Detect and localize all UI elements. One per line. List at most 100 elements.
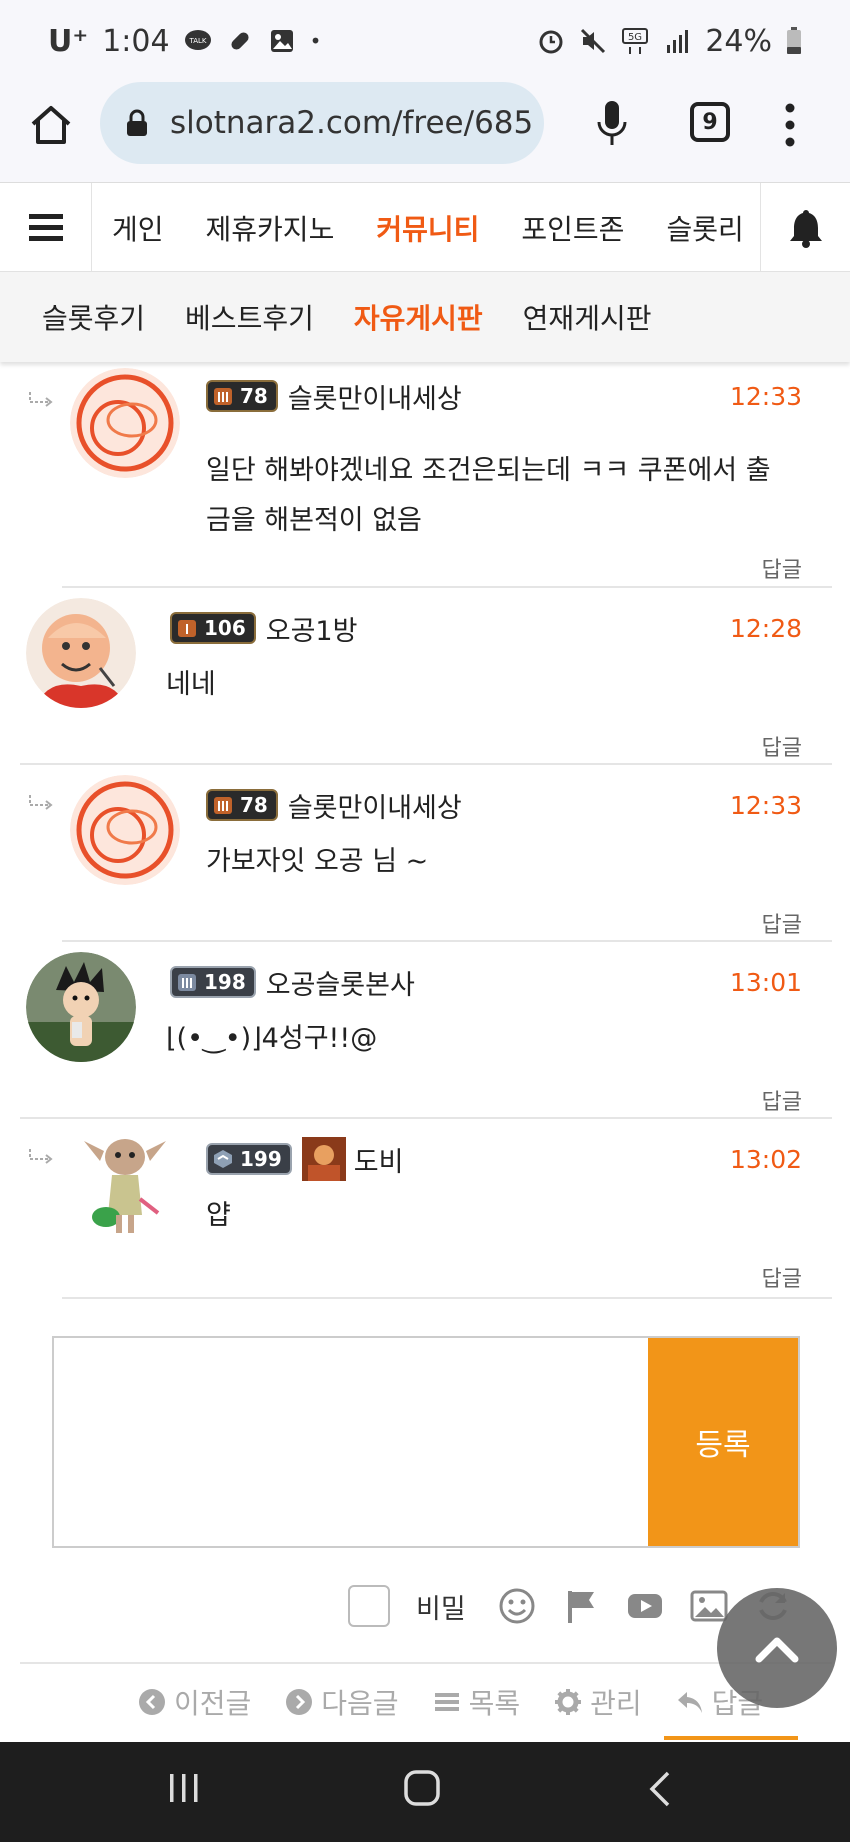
tab-switcher-button[interactable]: 9 (690, 102, 730, 142)
level-badge: 78 (206, 789, 278, 821)
comment-text-line: ⌊(•‿•)⌋4성구!!@ (166, 1023, 378, 1054)
dot-indicator: • (309, 29, 322, 53)
reply-button[interactable]: 답글 (762, 552, 802, 584)
reply-button[interactable]: 답글 (762, 1084, 802, 1116)
level-number: 78 (240, 384, 268, 408)
svg-text:5G: 5G (628, 32, 642, 43)
level-badge: 199 (206, 1143, 292, 1175)
comment-text: ⌊(•‿•)⌋4성구!!@ (166, 1014, 802, 1064)
site-main-nav: 게인 제휴카지노 커뮤니티 포인트존 슬롯리 (0, 182, 850, 273)
scroll-top-button[interactable] (717, 1588, 837, 1708)
nav-item-game[interactable]: 게인 (112, 208, 164, 248)
comment-text-line: 금을 해본적이 없음 (206, 505, 422, 536)
clock: 1:04 (102, 23, 170, 59)
microphone-icon[interactable] (594, 98, 630, 148)
avatar[interactable] (70, 775, 180, 885)
comment-input[interactable] (54, 1338, 650, 1546)
system-nav-bar (0, 1742, 850, 1842)
list-label: 목록 (468, 1687, 521, 1720)
home-icon[interactable] (28, 102, 74, 148)
level-number: 106 (204, 616, 246, 640)
hamburger-icon (28, 214, 63, 241)
subnav-slot-review[interactable]: 슬롯후기 (42, 297, 145, 337)
nickname[interactable]: 도비 (354, 1140, 404, 1179)
notification-button[interactable] (760, 183, 850, 273)
reply-arrow-icon (29, 795, 53, 810)
comment-editor: 등록 (52, 1336, 800, 1548)
battery-percent: 24% (705, 23, 772, 59)
level-icon (214, 1150, 232, 1168)
youtube-icon[interactable] (626, 1587, 664, 1625)
flag-icon[interactable] (562, 1587, 600, 1625)
reply-button[interactable]: 답글 (762, 730, 802, 762)
level-badge: 78 (206, 380, 278, 412)
comment-header: 78 슬롯만이내세상 12:33 (206, 785, 802, 825)
comment-text-line: 가보자잇 오공 님 ~ (206, 846, 429, 877)
comment-item: 78 슬롯만이내세상 12:33 가보자잇 오공 님 ~ 답글 (29, 765, 832, 942)
comment-text: 네네 (166, 660, 802, 710)
nav-item-slot[interactable]: 슬롯리 (666, 208, 743, 248)
board-sub-nav: 슬롯후기 베스트후기 자유게시판 연재게시판 (0, 272, 850, 362)
manage-label: 관리 (590, 1687, 642, 1720)
more-menu-icon[interactable] (783, 102, 797, 148)
menu-button[interactable] (0, 183, 92, 273)
level-number: 78 (240, 793, 268, 817)
level-badge: 198 (170, 966, 256, 998)
level-icon (178, 620, 196, 637)
level-number: 199 (240, 1147, 282, 1171)
nickname[interactable]: 오공1방 (266, 609, 358, 648)
browser-toolbar: slotnara2.com/free/685 9 (0, 82, 850, 182)
prev-post-label: 이전글 (174, 1687, 252, 1720)
comment-text-line: 네네 (166, 669, 216, 700)
subnav-series-board[interactable]: 연재게시판 (523, 297, 652, 337)
next-post-label: 다음글 (321, 1687, 399, 1720)
comment-time: 12:28 (729, 613, 802, 643)
url-text: slotnara2.com/free/685 (170, 105, 534, 141)
reply-button[interactable]: 답글 (762, 907, 802, 939)
comment-list: 78 슬롯만이내세상 12:33 일단 해봐야겠네요 조건은되는데 ㅋㅋ 쿠폰에… (20, 362, 832, 1299)
image-upload-icon[interactable] (690, 1587, 728, 1625)
nickname[interactable]: 슬롯만이내세상 (288, 786, 462, 825)
secret-label: 비밀 (416, 1593, 466, 1625)
reply-button[interactable]: 답글 (762, 1261, 802, 1293)
comment-header: 106 오공1방 12:28 (170, 608, 802, 648)
submit-button[interactable]: 등록 (648, 1338, 798, 1546)
alarm-icon (539, 30, 563, 54)
gear-icon (555, 1689, 582, 1715)
next-post-button[interactable]: 다음글 (285, 1682, 399, 1722)
list-button[interactable]: 목록 (433, 1682, 521, 1722)
comment-header: 78 슬롯만이내세상 12:33 (206, 376, 802, 416)
secret-checkbox[interactable] (348, 1585, 390, 1627)
comment-text-line: 얍 (206, 1200, 231, 1231)
subnav-best-review[interactable]: 베스트후기 (185, 297, 314, 337)
comment-text: 얍 (206, 1191, 802, 1241)
comment-time: 12:33 (729, 381, 802, 411)
avatar[interactable] (70, 1129, 180, 1239)
user-image-icon (301, 1137, 346, 1181)
comment-text: 가보자잇 오공 님 ~ (206, 837, 802, 887)
url-bar[interactable]: slotnara2.com/free/685 (100, 82, 544, 164)
back-icon[interactable] (648, 1770, 672, 1808)
recent-apps-icon[interactable] (168, 1770, 200, 1806)
level-icon (178, 974, 196, 991)
tab-count: 9 (702, 109, 718, 135)
nickname[interactable]: 슬롯만이내세상 (288, 377, 462, 416)
signal-icon (667, 30, 689, 53)
reply-arrow-icon (29, 1149, 53, 1164)
comment-header: 198 오공슬롯본사 13:01 (170, 962, 802, 1002)
nav-item-point-zone[interactable]: 포인트존 (521, 208, 624, 248)
avatar[interactable] (26, 952, 136, 1062)
reply-arrow-icon (29, 392, 53, 407)
nav-item-community[interactable]: 커뮤니티 (376, 208, 479, 248)
avatar[interactable] (70, 368, 180, 478)
home-nav-icon[interactable] (404, 1770, 440, 1806)
image-icon (270, 30, 293, 52)
nickname[interactable]: 오공슬롯본사 (266, 963, 415, 1002)
nav-item-partner-casino[interactable]: 제휴카지노 (206, 208, 335, 248)
prev-post-button[interactable]: 이전글 (138, 1682, 251, 1722)
battery-icon (787, 27, 801, 54)
manage-button[interactable]: 관리 (554, 1682, 642, 1722)
avatar[interactable] (26, 598, 136, 708)
subnav-free-board[interactable]: 자유게시판 (354, 297, 483, 337)
emoji-icon[interactable] (498, 1587, 536, 1625)
